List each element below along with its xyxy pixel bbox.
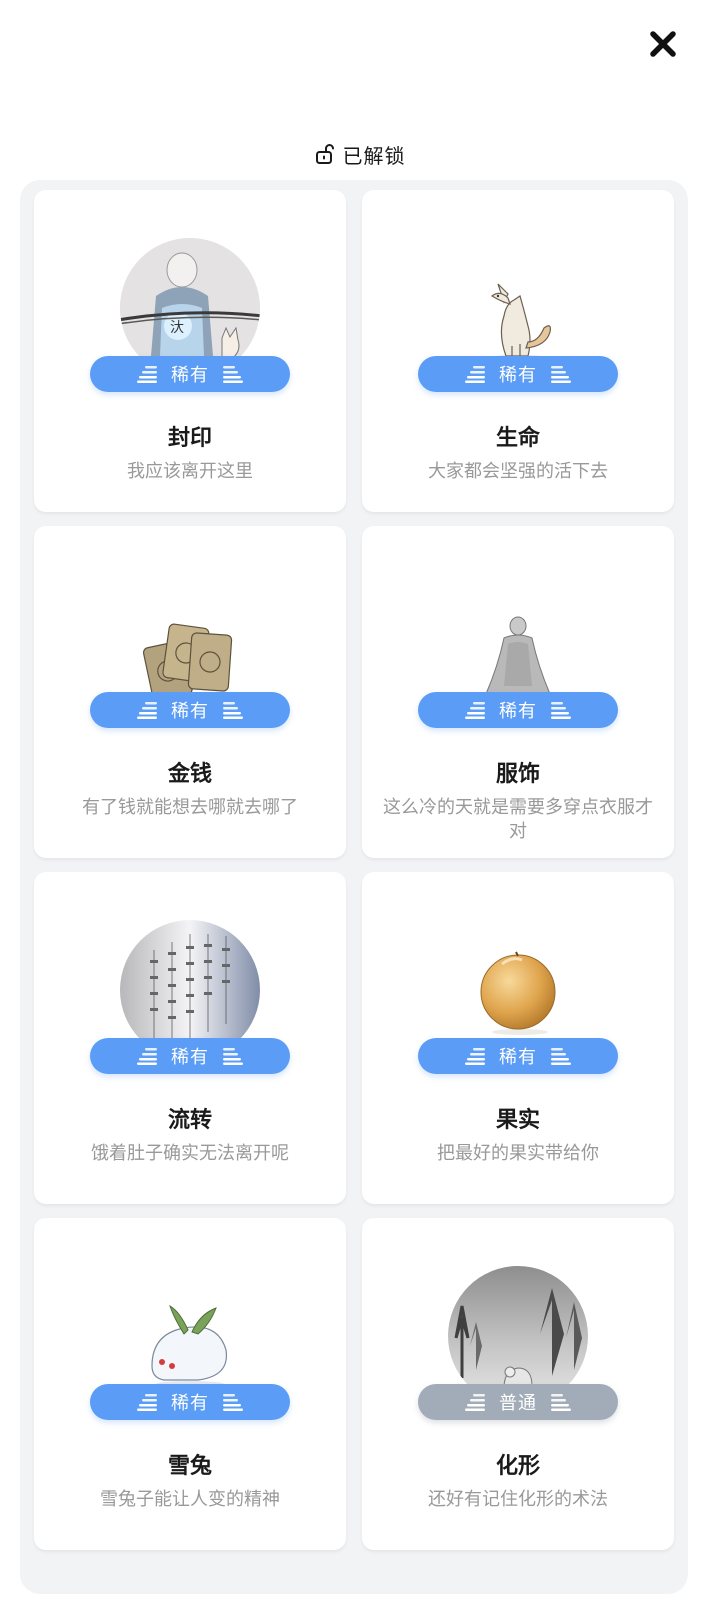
collection-grid: 汏 稀有 封印 我应该离开这里 稀有 生命 大家都会坚强的活下去 稀有 金钱 有… — [20, 180, 688, 1594]
collection-card-fruit[interactable]: 稀有 果实 把最好的果实带给你 — [362, 872, 674, 1204]
card-image — [446, 574, 590, 704]
card-description: 雪兔子能让人变的精神 — [100, 1489, 280, 1510]
rarity-badge: 稀有 — [418, 1038, 618, 1074]
card-description: 饿着肚子确实无法离开呢 — [91, 1143, 289, 1164]
card-title: 雪兔 — [167, 1454, 212, 1479]
tier-stack-icon — [223, 1394, 243, 1411]
rarity-badge: 稀有 — [418, 692, 618, 728]
tier-stack-icon — [137, 366, 157, 383]
tier-stack-icon — [137, 1048, 157, 1065]
tier-stack-icon — [465, 366, 485, 383]
card-title: 金钱 — [167, 762, 212, 787]
collection-card-clothing[interactable]: 稀有 服饰 这么冷的天就是需要多穿点衣服才对 — [362, 526, 674, 858]
tier-stack-icon — [465, 1048, 485, 1065]
card-title: 生命 — [495, 426, 540, 451]
unlocked-label: 已解锁 — [342, 143, 406, 168]
card-title: 果实 — [495, 1108, 540, 1133]
card-title: 服饰 — [495, 762, 540, 787]
card-description: 把最好的果实带给你 — [437, 1143, 599, 1164]
tier-stack-icon — [137, 1394, 157, 1411]
collection-card-money[interactable]: 稀有 金钱 有了钱就能想去哪就去哪了 — [34, 526, 346, 858]
rarity-label: 稀有 — [499, 701, 537, 722]
card-description: 这么冷的天就是需要多穿点衣服才对 — [383, 797, 653, 842]
card-image — [118, 1266, 262, 1396]
close-button[interactable] — [645, 26, 681, 62]
tier-stack-icon — [551, 366, 571, 383]
rarity-badge: 稀有 — [90, 1038, 290, 1074]
card-image — [446, 920, 590, 1050]
collection-card-flow[interactable]: 稀有 流转 饿着肚子确实无法离开呢 — [34, 872, 346, 1204]
tier-stack-icon — [551, 702, 571, 719]
rarity-badge: 稀有 — [90, 1384, 290, 1420]
card-image — [446, 1266, 590, 1396]
unlocked-header: 已解锁 — [0, 136, 720, 172]
card-description: 我应该离开这里 — [127, 461, 253, 482]
card-title: 封印 — [167, 426, 212, 451]
card-description: 大家都会坚强的活下去 — [428, 461, 608, 482]
card-image: 汏 — [118, 238, 262, 368]
card-description: 有了钱就能想去哪就去哪了 — [82, 797, 298, 818]
rarity-badge: 稀有 — [418, 356, 618, 392]
rarity-badge: 稀有 — [90, 356, 290, 392]
tier-stack-icon — [551, 1394, 571, 1411]
unlock-icon — [315, 144, 334, 164]
collection-card-transform[interactable]: 普通 化形 还好有记住化形的术法 — [362, 1218, 674, 1550]
rarity-badge: 普通 — [418, 1384, 618, 1420]
tier-stack-icon — [465, 1394, 485, 1411]
tier-stack-icon — [551, 1048, 571, 1065]
svg-text:汏: 汏 — [170, 320, 184, 336]
card-title: 流转 — [167, 1108, 212, 1133]
tier-stack-icon — [137, 702, 157, 719]
rarity-label: 普通 — [499, 1393, 537, 1414]
rarity-label: 稀有 — [499, 365, 537, 386]
card-image — [118, 920, 262, 1050]
rarity-label: 稀有 — [171, 701, 209, 722]
rarity-badge: 稀有 — [90, 692, 290, 728]
card-description: 还好有记住化形的术法 — [428, 1489, 608, 1510]
tier-stack-icon — [223, 1048, 243, 1065]
tier-stack-icon — [223, 702, 243, 719]
card-image — [446, 238, 590, 368]
rarity-label: 稀有 — [171, 1047, 209, 1068]
rarity-label: 稀有 — [171, 365, 209, 386]
close-icon — [650, 31, 676, 57]
collection-card-snow-rabbit[interactable]: 稀有 雪兔 雪兔子能让人变的精神 — [34, 1218, 346, 1550]
collection-card-seal[interactable]: 汏 稀有 封印 我应该离开这里 — [34, 190, 346, 512]
card-title: 化形 — [495, 1454, 540, 1479]
collection-card-life[interactable]: 稀有 生命 大家都会坚强的活下去 — [362, 190, 674, 512]
tier-stack-icon — [465, 702, 485, 719]
rarity-label: 稀有 — [499, 1047, 537, 1068]
card-image — [118, 574, 262, 704]
tier-stack-icon — [223, 366, 243, 383]
rarity-label: 稀有 — [171, 1393, 209, 1414]
